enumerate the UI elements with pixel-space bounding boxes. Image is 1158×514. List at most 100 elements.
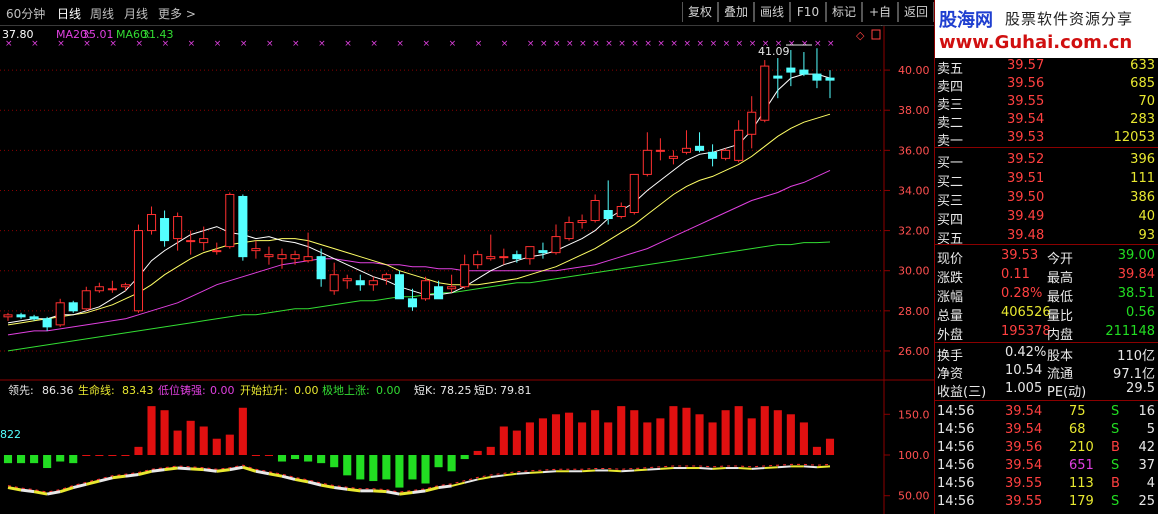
indicator-bar-up — [147, 406, 156, 455]
diamond-icon[interactable]: ◇ — [856, 29, 865, 42]
indicator-bar-down — [369, 455, 378, 482]
lead-line-segment — [190, 467, 204, 472]
tick-volume: 75 — [1069, 404, 1086, 419]
lead-line-segment — [334, 486, 348, 491]
signal-x-mark: × — [292, 39, 300, 49]
indicator-bar-up — [656, 418, 665, 455]
tick-side: S — [1111, 458, 1120, 473]
period-monthly-tab[interactable]: 月线 — [124, 5, 148, 22]
period-weekly-tab[interactable]: 周线 — [90, 5, 114, 22]
lead-line-segment — [816, 465, 831, 469]
period-60min-tab[interactable]: 60分钟 — [6, 5, 45, 22]
fund-row: 收益(三) 1.005 PE(动) 29.5 — [935, 381, 1158, 400]
tick-count: 4 — [1146, 476, 1155, 491]
tick-price: 39.55 — [1005, 494, 1043, 509]
indicator-bar-down — [447, 455, 456, 472]
up-candle — [629, 173, 639, 214]
indicator-bar-up — [721, 410, 730, 455]
up-candle — [486, 256, 496, 260]
tick-side: S — [1111, 404, 1120, 419]
up-candle — [133, 230, 144, 312]
quote-label: 今开 — [1047, 252, 1074, 267]
tick-volume: 113 — [1069, 476, 1094, 491]
lead-line-segment — [542, 470, 557, 474]
indicator-bar-up — [734, 406, 743, 455]
indicator-bar-up — [682, 407, 691, 455]
tick-row: 14:56 39.55 179 S 25 — [935, 494, 1158, 512]
indicator-bar-up — [512, 430, 521, 455]
indicator-bar-up — [538, 418, 547, 455]
signal-x-mark: × — [697, 39, 705, 49]
indicator-bar-up — [486, 446, 495, 455]
up-candle — [368, 280, 378, 286]
lead-line-segment — [634, 468, 648, 472]
indicator-bar-down — [408, 455, 417, 480]
price-tick-label: 30.00 — [898, 265, 930, 278]
indicator-bar-up — [643, 422, 652, 455]
price-tick-label: 40.00 — [898, 64, 930, 77]
indicator-bar-up — [812, 446, 821, 455]
quote-value: 0.11 — [1001, 267, 1030, 282]
lead-line-segment — [529, 471, 544, 474]
up-candle — [264, 254, 274, 258]
down-candle — [68, 302, 78, 312]
quote-label: 涨幅 — [937, 290, 964, 305]
tick-price: 39.54 — [1005, 404, 1043, 419]
back-button[interactable]: 返回 — [898, 2, 934, 22]
overlay-button[interactable]: 叠加 — [718, 2, 754, 22]
kline-chart[interactable]: 40.00 38.00 36.00 34.00 32.00 30.00 28.00 26.00… — [0, 26, 934, 514]
restore-rights-button[interactable]: 复权 — [682, 2, 718, 22]
lead-line-segment — [764, 466, 778, 470]
quote-label: 最高 — [1047, 271, 1074, 286]
indicator-bar-up — [773, 410, 782, 455]
up-candle — [590, 199, 600, 222]
tick-price: 39.54 — [1005, 422, 1043, 437]
up-candle — [277, 254, 287, 260]
price-tick-label: 26.00 — [898, 345, 930, 358]
quote-label: 最低 — [1047, 290, 1074, 305]
signal-x-mark: × — [240, 39, 248, 49]
down-candle — [799, 69, 809, 75]
signal-x-mark: × — [501, 39, 509, 49]
indicator-bar-up — [225, 434, 234, 455]
fund-label: PE(动) — [1047, 385, 1087, 400]
indicator-bar-up — [630, 410, 639, 455]
down-candle — [238, 195, 248, 258]
indicator-bar-up — [95, 455, 104, 456]
quote-value: 0.28% — [1001, 286, 1043, 301]
quote-label: 现价 — [937, 252, 964, 267]
period-more-tab[interactable]: 更多 > — [158, 5, 196, 22]
quote-row: 总量 406526 量比 0.56 — [935, 305, 1158, 324]
mark-button[interactable]: 标记 — [826, 2, 862, 22]
fund-value: 1.005 — [1005, 381, 1043, 396]
bid-row: 买四 39.49 40 — [935, 209, 1158, 228]
tick-time: 14:56 — [937, 440, 975, 455]
indicator-bar-up — [251, 455, 260, 456]
period-daily-tab[interactable]: 日线 — [57, 5, 81, 22]
up-candle — [616, 206, 626, 218]
indicator-bar-up — [786, 414, 795, 455]
tick-time: 14:56 — [937, 458, 975, 473]
indicator-bar-up — [760, 406, 769, 455]
fund-label: 换手 — [937, 349, 964, 364]
add-watchlist-button[interactable]: +自选 — [862, 2, 898, 39]
signal-x-mark: × — [618, 39, 626, 49]
price-tick-label: 36.00 — [898, 144, 930, 157]
lead-line-segment — [738, 467, 752, 470]
quote-value: 195378 — [1001, 324, 1051, 339]
down-candle — [538, 250, 548, 254]
signal-x-mark: × — [475, 39, 483, 49]
tick-time: 14:56 — [937, 422, 975, 437]
ma20-value: 35.01 — [82, 28, 114, 41]
ask-price: 39.56 — [1007, 76, 1045, 91]
down-candle — [694, 145, 705, 151]
signal-x-mark: × — [318, 39, 326, 49]
chart-toolbar: 60分钟 日线 周线 月线 更多 > 复权 叠加 画线 F10 标记 +自选 返… — [0, 0, 934, 39]
signal-x-mark: × — [566, 39, 574, 49]
indicator-bar-up — [708, 422, 717, 455]
draw-line-button[interactable]: 画线 — [754, 2, 790, 22]
down-candle — [160, 218, 170, 242]
fund-value: 97.1亿 — [1113, 367, 1155, 382]
f10-button[interactable]: F10 — [790, 2, 826, 22]
up-candle — [760, 65, 770, 121]
